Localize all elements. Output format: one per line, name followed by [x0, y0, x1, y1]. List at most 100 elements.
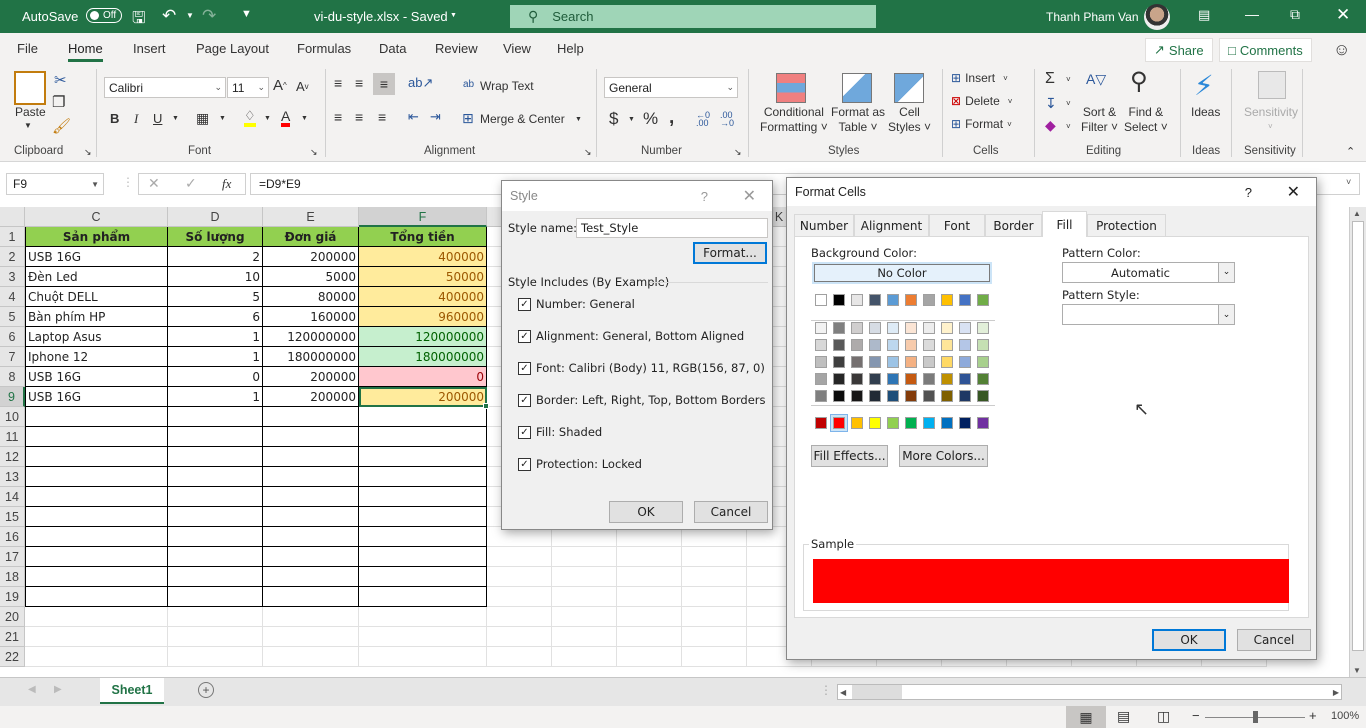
more-colors-button[interactable]: More Colors...	[899, 445, 988, 467]
price-cell[interactable]: 80000	[263, 287, 359, 307]
delete-cells-button[interactable]: ⊠ Delete ˅	[951, 94, 1012, 108]
standard-color-swatch[interactable]	[905, 417, 917, 429]
quantity-cell[interactable]: 1	[168, 347, 263, 367]
format-button[interactable]: Format...	[693, 242, 767, 264]
row-header-1[interactable]: 1	[0, 227, 25, 247]
format-cells-button[interactable]: ⊞ Format ˅	[951, 117, 1012, 131]
horizontal-scrollbar[interactable]: ◀ ▶	[837, 684, 1342, 700]
tint-color-swatch[interactable]	[887, 339, 899, 351]
standard-color-swatch[interactable]	[959, 417, 971, 429]
tint-color-swatch[interactable]	[905, 373, 917, 385]
empty-cell[interactable]	[263, 587, 359, 607]
splitter-icon[interactable]: ⋮	[820, 683, 832, 697]
underline-dropdown-icon[interactable]: ▼	[172, 115, 179, 122]
fill-effects-button[interactable]: Fill Effects...	[811, 445, 888, 467]
checkbox-icon[interactable]: ✓	[518, 361, 531, 375]
empty-cell[interactable]	[168, 467, 263, 487]
customize-toolbar-icon[interactable]: ▼	[241, 8, 252, 20]
empty-cell[interactable]	[263, 527, 359, 547]
standard-color-swatch[interactable]	[887, 417, 899, 429]
row-header-3[interactable]: 3	[0, 267, 25, 287]
tint-color-swatch[interactable]	[977, 339, 989, 351]
tab-font[interactable]: Font	[929, 214, 985, 236]
style-include-checkbox[interactable]: ✓ Protection: Locked	[518, 457, 642, 471]
sensitivity-dropdown-icon[interactable]: ˅	[1268, 122, 1273, 131]
column-header-d[interactable]: D	[168, 207, 263, 227]
empty-cell[interactable]	[25, 467, 168, 487]
tab-insert[interactable]: Insert	[133, 41, 166, 56]
collapse-ribbon-icon[interactable]: ⌃	[1346, 145, 1355, 158]
tint-color-swatch[interactable]	[905, 322, 917, 334]
tint-color-swatch[interactable]	[905, 390, 917, 402]
conditional-formatting-button[interactable]: Conditional Formatting ˅	[760, 105, 828, 135]
empty-cell[interactable]	[263, 487, 359, 507]
cancel-button[interactable]: Cancel	[694, 501, 768, 523]
checkbox-icon[interactable]: ✓	[518, 457, 531, 471]
standard-color-swatch[interactable]	[977, 417, 989, 429]
format-as-table-button[interactable]: Format as Table ˅	[831, 105, 885, 135]
empty-cell[interactable]	[25, 447, 168, 467]
tint-color-swatch[interactable]	[941, 339, 953, 351]
underline-button[interactable]: U	[153, 111, 162, 126]
price-cell[interactable]: 180000000	[263, 347, 359, 367]
currency-button[interactable]: $	[609, 109, 618, 129]
page-layout-view-icon[interactable]: ▤	[1117, 708, 1130, 725]
prev-sheet-icon[interactable]: ◀	[28, 684, 36, 695]
quantity-cell[interactable]: 1	[168, 387, 263, 407]
row-header-12[interactable]: 12	[0, 447, 25, 467]
theme-color-swatch[interactable]	[833, 294, 845, 306]
share-button[interactable]: ↗ Share	[1145, 38, 1213, 62]
tint-color-swatch[interactable]	[833, 322, 845, 334]
help-icon[interactable]: ?	[1245, 185, 1252, 200]
product-cell[interactable]: USB 16G	[25, 387, 168, 407]
row-header-17[interactable]: 17	[0, 547, 25, 567]
product-cell[interactable]: Laptop Asus	[25, 327, 168, 347]
tint-color-swatch[interactable]	[833, 373, 845, 385]
style-include-checkbox[interactable]: ✓ Font: Calibri (Body) 11, RGB(156, 87, 0…	[518, 361, 765, 375]
row-header-10[interactable]: 10	[0, 407, 25, 427]
empty-cell[interactable]	[359, 447, 487, 467]
font-name-select[interactable]: Calibri ⌄	[104, 77, 226, 98]
tab-file[interactable]: File	[17, 41, 38, 56]
pattern-style-select[interactable]: ⌄	[1062, 304, 1235, 325]
ribbon-display-icon[interactable]: ▤	[1198, 7, 1210, 23]
font-color-dropdown-icon[interactable]: ▼	[301, 115, 308, 122]
vertical-scroll-thumb[interactable]	[1352, 221, 1364, 651]
sensitivity-button[interactable]: Sensitivity	[1244, 105, 1298, 119]
decrease-decimal-icon[interactable]: .00 →0	[720, 111, 734, 128]
autosave-toggle[interactable]: Off	[86, 8, 122, 23]
theme-color-swatch[interactable]	[887, 294, 899, 306]
tab-border[interactable]: Border	[985, 214, 1042, 236]
empty-cell[interactable]	[168, 507, 263, 527]
empty-cell[interactable]	[359, 487, 487, 507]
currency-dropdown-icon[interactable]: ▼	[628, 116, 635, 123]
empty-cell[interactable]	[263, 507, 359, 527]
insert-cells-button[interactable]: ⊞ Insert ˅	[951, 71, 1008, 85]
price-cell[interactable]: 120000000	[263, 327, 359, 347]
empty-cell[interactable]	[168, 407, 263, 427]
style-include-checkbox[interactable]: ✓ Border: Left, Right, Top, Bottom Border…	[518, 393, 766, 407]
tab-view[interactable]: View	[503, 41, 531, 56]
tab-protection[interactable]: Protection	[1087, 214, 1166, 236]
empty-cell[interactable]	[263, 467, 359, 487]
tint-color-swatch[interactable]	[869, 322, 881, 334]
empty-cell[interactable]	[25, 427, 168, 447]
tint-color-swatch[interactable]	[923, 339, 935, 351]
tab-review[interactable]: Review	[435, 41, 478, 56]
theme-color-swatch[interactable]	[941, 294, 953, 306]
tint-color-swatch[interactable]	[887, 390, 899, 402]
tint-color-swatch[interactable]	[977, 390, 989, 402]
tab-page-layout[interactable]: Page Layout	[196, 41, 269, 56]
row-header-16[interactable]: 16	[0, 527, 25, 547]
column-header-e[interactable]: E	[263, 207, 359, 227]
user-name[interactable]: Thanh Pham Van	[1046, 10, 1139, 24]
style-include-checkbox[interactable]: ✓ Alignment: General, Bottom Aligned	[518, 329, 744, 343]
help-icon[interactable]: ?	[701, 189, 708, 204]
standard-color-swatch[interactable]	[869, 417, 881, 429]
scroll-left-icon[interactable]: ◀	[840, 688, 846, 697]
empty-cell[interactable]	[359, 507, 487, 527]
tint-color-swatch[interactable]	[923, 373, 935, 385]
column-header-c[interactable]: C	[25, 207, 168, 227]
standard-color-swatch[interactable]	[833, 417, 845, 429]
column-header-f[interactable]: F	[359, 207, 487, 227]
